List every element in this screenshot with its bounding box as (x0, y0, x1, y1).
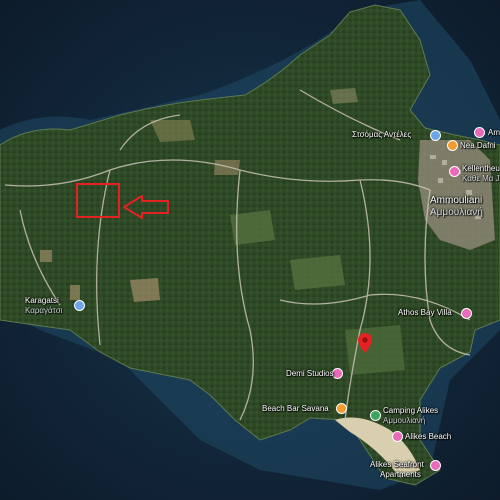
label-alikes-seafront: Alikes Seafront (370, 460, 424, 469)
poi-stsomas-icon[interactable] (430, 130, 441, 141)
poi-kehen-icon[interactable] (449, 166, 460, 177)
poi-camping-icon[interactable] (370, 410, 381, 421)
label-amm: Amm (488, 128, 500, 137)
label-alikes-beach: Alikes Beach (405, 432, 452, 441)
label-athos-bay: Athos Bay Villa (398, 308, 452, 317)
label-demi-studios: Demi Studios (286, 369, 334, 378)
label-karagatsi: Karagatsi (25, 296, 59, 305)
label-kehen: Kellentheus (462, 164, 500, 173)
label-kehen-greek: Καθε Μα Ju (462, 174, 500, 183)
label-ammouliani-greek: Αμμουλιανή (430, 207, 483, 218)
label-ammouliani: Ammouliani (430, 195, 483, 206)
poi-alikes-beach-icon[interactable] (392, 431, 403, 442)
poi-amm-icon[interactable] (474, 127, 485, 138)
poi-athos-bay-icon[interactable] (461, 308, 472, 319)
label-apartments: Apartments (380, 470, 421, 479)
label-nea-dafni: Nea Dafni (460, 141, 496, 150)
poi-nea-dafni-icon[interactable] (447, 140, 458, 151)
label-camping: Camping Alikes (383, 406, 439, 415)
label-camping-greek: Αμμουλιανή (383, 416, 426, 425)
label-karagatsi-greek: Καραγάτσι (25, 306, 63, 315)
poi-alikes-seafront-icon[interactable] (430, 460, 441, 471)
label-stsomas: Στσόμας Αντέλες (352, 130, 412, 139)
poi-beach-bar-icon[interactable] (336, 403, 347, 414)
satellite-map[interactable]: Amm Στσόμας Αντέλες Nea Dafni Kellentheu… (0, 0, 500, 500)
poi-karagatsi-icon[interactable] (74, 300, 85, 311)
label-beach-bar: Beach Bar Savana (262, 404, 329, 413)
red-map-pin-icon[interactable] (358, 333, 372, 353)
